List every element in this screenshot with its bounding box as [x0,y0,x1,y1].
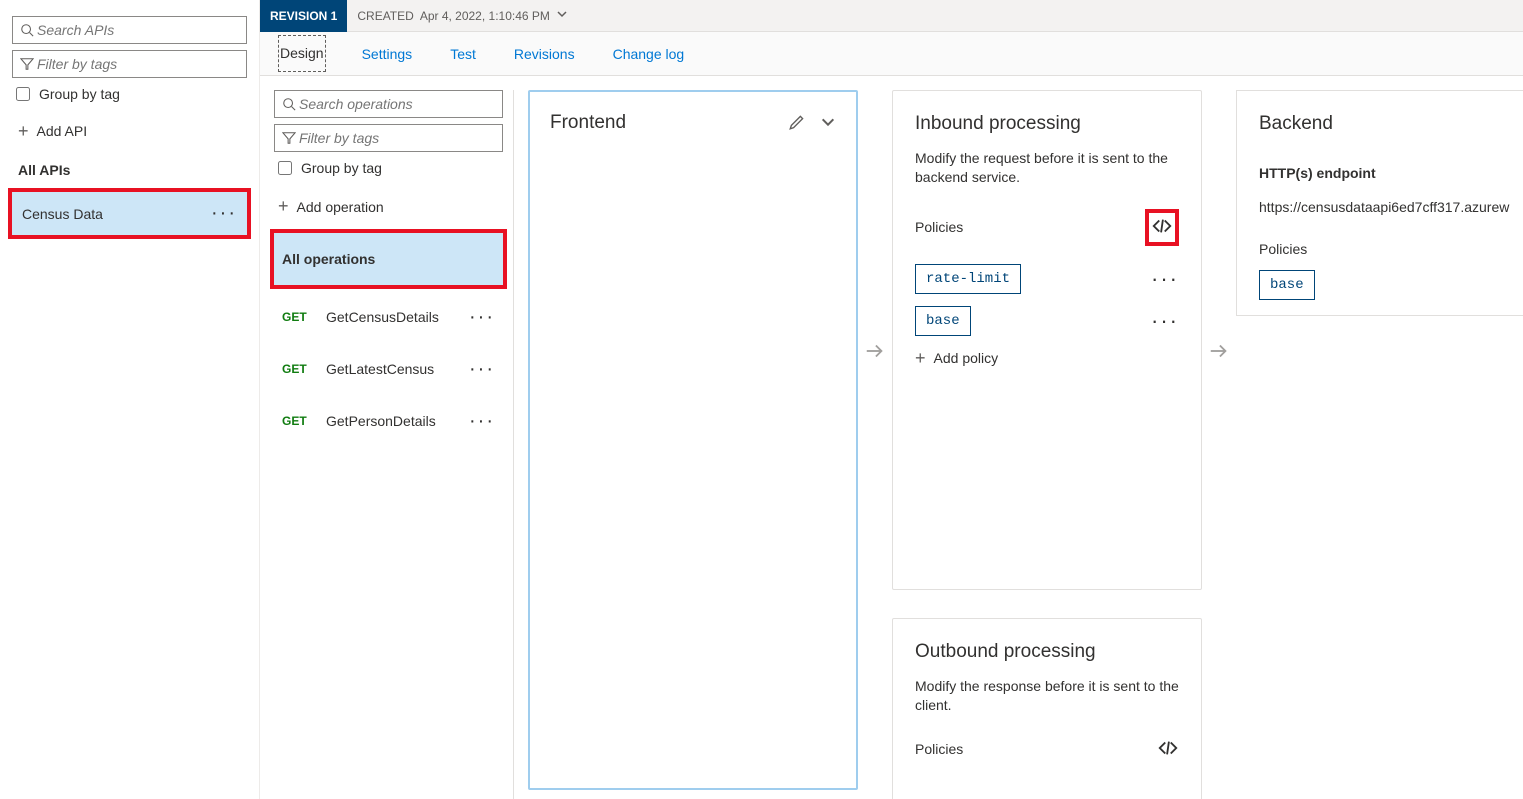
highlight-box-operations: All operations [270,229,507,289]
group-by-tag-label: Group by tag [39,86,120,102]
revision-meta[interactable]: CREATED Apr 4, 2022, 1:10:46 PM [347,8,578,23]
ops-group-by-tag-row[interactable]: Group by tag [274,158,503,178]
operation-method: GET [282,310,312,324]
backend-endpoint-label: HTTP(s) endpoint [1259,165,1514,181]
tab-bar: Design Settings Test Revisions Change lo… [260,32,1523,76]
frontend-header: Frontend [530,92,856,154]
code-editor-icon[interactable] [1151,224,1173,240]
operation-item[interactable]: GET GetCensusDetails ··· [274,291,503,343]
code-editor-icon[interactable] [1157,737,1179,762]
policy-menu-icon[interactable]: ··· [1151,273,1179,284]
backend-card: Backend HTTP(s) endpoint https://censusd… [1236,90,1523,316]
revision-created-value: Apr 4, 2022, 1:10:46 PM [420,9,550,23]
plus-icon: + [278,196,289,217]
tab-test[interactable]: Test [448,36,478,72]
tab-settings[interactable]: Settings [360,36,415,72]
operation-item[interactable]: GET GetPersonDetails ··· [274,395,503,447]
inbound-description: Modify the request before it is sent to … [915,149,1179,187]
operation-menu-icon[interactable]: ··· [469,358,495,381]
group-by-tag-checkbox[interactable] [16,87,30,101]
chevron-down-icon [556,8,568,23]
outbound-processing-card: Outbound processing Modify the response … [892,618,1202,799]
policy-menu-icon[interactable]: ··· [1151,315,1179,326]
api-item-census-data[interactable]: Census Data ··· [12,192,247,235]
outbound-title: Outbound processing [915,641,1179,663]
operation-method: GET [282,414,312,428]
highlight-box-api: Census Data ··· [8,188,251,239]
pipeline-area: Frontend Inbound processing [514,90,1523,799]
add-operation-button[interactable]: + Add operation [278,196,499,217]
operation-all-operations[interactable]: All operations [274,233,503,285]
revision-created-label: CREATED [357,9,413,23]
main-area: REVISION 1 CREATED Apr 4, 2022, 1:10:46 … [260,0,1523,799]
all-apis-heading[interactable]: All APIs [18,162,241,178]
search-icon [19,22,35,38]
outbound-policies-label: Policies [915,741,963,757]
frontend-title: Frontend [550,112,626,134]
operation-menu-icon[interactable]: ··· [469,306,495,329]
inbound-title: Inbound processing [915,113,1179,135]
outbound-description: Modify the response before it is sent to… [915,677,1179,715]
plus-icon: + [915,348,926,369]
filter-apis-box[interactable] [12,50,247,78]
policy-chip-rate-limit[interactable]: rate-limit [915,264,1021,294]
add-policy-label: Add policy [934,350,999,366]
search-icon [281,96,297,112]
all-operations-label: All operations [282,251,495,267]
chevron-down-icon[interactable] [820,114,836,133]
inbound-processing-card: Inbound processing Modify the request be… [892,90,1202,590]
search-apis-input[interactable] [35,21,240,39]
add-api-label: Add API [37,123,88,139]
api-item-menu-icon[interactable]: ··· [211,202,237,225]
api-sidebar: Group by tag + Add API All APIs Census D… [0,0,260,799]
operation-item[interactable]: GET GetLatestCensus ··· [274,343,503,395]
tab-changelog[interactable]: Change log [611,36,687,72]
revision-bar: REVISION 1 CREATED Apr 4, 2022, 1:10:46 … [260,0,1523,32]
edit-icon[interactable] [788,113,806,134]
search-apis-box[interactable] [12,16,247,44]
highlight-box-code-editor [1145,209,1179,246]
group-by-tag-row[interactable]: Group by tag [12,84,247,104]
api-item-label: Census Data [22,206,103,222]
policy-chip-base[interactable]: base [915,306,971,336]
ops-group-by-tag-label: Group by tag [301,160,382,176]
add-api-button[interactable]: + Add API [18,122,241,140]
processing-column: Inbound processing Modify the request be… [892,90,1202,799]
operation-method: GET [282,362,312,376]
search-operations-input[interactable] [297,95,496,113]
frontend-card: Frontend [528,90,858,790]
search-operations-box[interactable] [274,90,503,118]
filter-operations-box[interactable] [274,124,503,152]
backend-endpoint-url: https://censusdataapi6ed7cff317.azurew [1259,199,1514,215]
arrow-frontend-to-inbound [858,90,892,362]
backend-policies-label: Policies [1259,241,1514,257]
tab-design[interactable]: Design [278,35,326,72]
add-operation-label: Add operation [297,199,384,215]
tab-revisions[interactable]: Revisions [512,36,577,72]
design-body: Group by tag + Add operation All operati… [260,76,1523,799]
filter-icon [19,56,35,72]
operation-menu-icon[interactable]: ··· [469,410,495,433]
add-policy-button[interactable]: + Add policy [915,348,1179,369]
filter-operations-input[interactable] [297,129,496,147]
operations-panel: Group by tag + Add operation All operati… [274,90,514,799]
revision-badge[interactable]: REVISION 1 [260,0,347,32]
ops-group-by-tag-checkbox[interactable] [278,161,292,175]
policy-chip-base[interactable]: base [1259,270,1315,300]
inbound-policies-label: Policies [915,219,963,235]
plus-icon: + [18,122,29,140]
backend-title: Backend [1259,113,1514,135]
arrow-inbound-to-backend [1202,90,1236,362]
filter-icon [281,130,297,146]
filter-apis-input[interactable] [35,55,240,73]
